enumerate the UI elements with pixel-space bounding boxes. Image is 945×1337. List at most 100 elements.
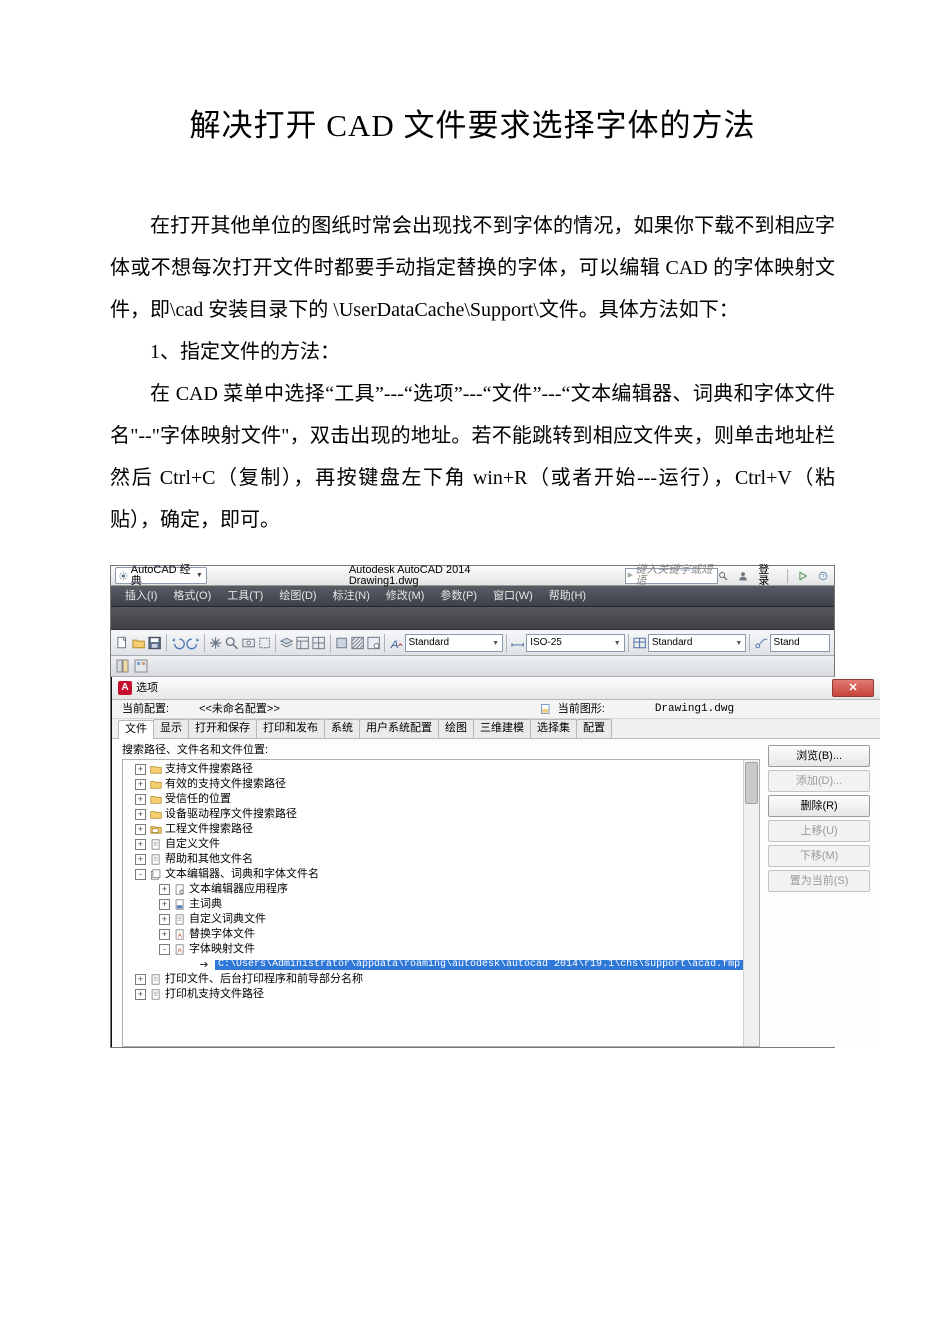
tab-files[interactable]: 文件 (118, 720, 154, 739)
tree-node[interactable]: +主词典 (123, 897, 743, 912)
grid-icon[interactable] (311, 635, 326, 651)
tree-node[interactable]: +帮助和其他文件名 (123, 852, 743, 867)
sheet-icon[interactable] (366, 635, 381, 651)
tree-label: 搜索路径、文件名和文件位置: (122, 745, 760, 756)
redo-icon[interactable] (186, 635, 201, 651)
help-icon[interactable]: ? (818, 570, 828, 582)
block-icon[interactable] (334, 635, 349, 651)
pan-icon[interactable] (208, 635, 223, 651)
tree-node[interactable]: +文本编辑器应用程序 (123, 882, 743, 897)
menu-help[interactable]: 帮助(H) (541, 591, 594, 602)
paragraph-1: 在打开其他单位的图纸时常会出现找不到字体的情况，如果你下载不到相应字体或不想每次… (110, 205, 835, 331)
tab-display[interactable]: 显示 (153, 719, 189, 738)
expand-icon[interactable]: + (135, 764, 146, 775)
tree-node-label: 打印机支持文件路径 (165, 989, 264, 1000)
tool-palette-icon[interactable] (133, 658, 149, 674)
selected-path[interactable]: C:\Users\Administrator\appdata\roaming\a… (215, 960, 743, 970)
gear-icon (119, 571, 128, 581)
palette-icon[interactable] (115, 658, 131, 674)
expand-icon[interactable]: + (135, 779, 146, 790)
tree-node[interactable]: +打印文件、后台打印程序和前导部分名称 (123, 972, 743, 987)
hatch-icon[interactable] (350, 635, 365, 651)
workspace-dropdown[interactable]: AutoCAD 经典 ▼ (115, 567, 207, 584)
tree-node[interactable]: C:\Users\Administrator\appdata\roaming\a… (123, 957, 743, 972)
svg-text:A: A (390, 639, 399, 651)
table-style-combo[interactable]: Standard▼ (648, 634, 746, 652)
tree-scrollbar[interactable] (743, 760, 759, 1046)
magnifier-icon[interactable] (718, 570, 728, 582)
text-style-icon[interactable]: A (388, 635, 403, 651)
zoom-window-icon[interactable] (257, 635, 272, 651)
tab-draft[interactable]: 绘图 (438, 719, 474, 738)
tree-node[interactable]: +有效的支持文件搜索路径 (123, 777, 743, 792)
tree-node[interactable]: +受信任的位置 (123, 792, 743, 807)
tab-system[interactable]: 系统 (324, 719, 360, 738)
expand-icon[interactable]: - (135, 869, 146, 880)
login-label[interactable]: 登录 (758, 565, 777, 587)
remove-button[interactable]: 删除(R) (768, 795, 870, 817)
user-icon[interactable] (738, 570, 748, 582)
body-text: 在打开其他单位的图纸时常会出现找不到字体的情况，如果你下载不到相应字体或不想每次… (110, 205, 835, 541)
expand-icon[interactable]: + (135, 824, 146, 835)
new-icon[interactable] (115, 635, 130, 651)
tab-select[interactable]: 选择集 (530, 719, 577, 738)
close-button[interactable]: ✕ (832, 679, 874, 697)
expand-icon[interactable]: + (135, 974, 146, 985)
tree-node[interactable]: +自定义文件 (123, 837, 743, 852)
text-style-combo[interactable]: Standard▼ (405, 634, 503, 652)
menu-window[interactable]: 窗口(W) (485, 591, 541, 602)
menu-format[interactable]: 格式(O) (165, 591, 219, 602)
mleader-style-icon[interactable] (753, 635, 768, 651)
save-icon[interactable] (147, 635, 162, 651)
search-input[interactable]: ▸ 键入关键字或短语 (625, 568, 718, 584)
expand-icon[interactable]: + (135, 854, 146, 865)
expand-icon[interactable]: + (135, 839, 146, 850)
expand-icon[interactable]: + (159, 884, 170, 895)
table-style-icon[interactable] (632, 635, 647, 651)
tree-node[interactable]: +支持文件搜索路径 (123, 762, 743, 777)
mleader-style-combo[interactable]: Stand (770, 634, 830, 652)
tree-node[interactable]: -A字体映射文件 (123, 942, 743, 957)
layer-icon[interactable] (279, 635, 294, 651)
movedown-button[interactable]: 下移(M) (768, 845, 870, 867)
tree-node[interactable]: -文本编辑器、词典和字体文件名 (123, 867, 743, 882)
tree-node[interactable]: +设备驱动程序文件搜索路径 (123, 807, 743, 822)
search-placeholder: 键入关键字或短语 (635, 565, 715, 587)
expand-icon[interactable]: + (159, 914, 170, 925)
add-button[interactable]: 添加(D)... (768, 770, 870, 792)
tab-userpref[interactable]: 用户系统配置 (359, 719, 439, 738)
tab-plot[interactable]: 打印和发布 (256, 719, 325, 738)
properties-icon[interactable] (295, 635, 310, 651)
undo-icon[interactable] (170, 635, 185, 651)
expand-icon[interactable]: + (135, 809, 146, 820)
expand-icon[interactable]: + (135, 794, 146, 805)
expand-icon[interactable]: + (159, 899, 170, 910)
menu-tools[interactable]: 工具(T) (219, 591, 271, 602)
menu-param[interactable]: 参数(P) (432, 591, 485, 602)
menu-draw[interactable]: 绘图(D) (271, 591, 324, 602)
moveup-button[interactable]: 上移(U) (768, 820, 870, 842)
expand-icon[interactable]: - (159, 944, 170, 955)
dim-style-combo[interactable]: ISO-25▼ (526, 634, 624, 652)
menu-insert[interactable]: 插入(I) (117, 591, 165, 602)
menu-dim[interactable]: 标注(N) (325, 591, 378, 602)
zoom-extents-icon[interactable] (241, 635, 256, 651)
zoom-icon[interactable] (224, 635, 239, 651)
open-icon[interactable] (131, 635, 146, 651)
tree-node[interactable]: +自定义词典文件 (123, 912, 743, 927)
tree-node[interactable]: +A替换字体文件 (123, 927, 743, 942)
dim-style-icon[interactable] (510, 635, 525, 651)
menu-modify[interactable]: 修改(M) (378, 591, 433, 602)
tree-node[interactable]: +工程文件搜索路径 (123, 822, 743, 837)
browse-button[interactable]: 浏览(B)... (768, 745, 870, 767)
exchange-icon[interactable] (798, 570, 808, 582)
tab-3d[interactable]: 三维建模 (473, 719, 531, 738)
paragraph-3: 在 CAD 菜单中选择“工具”---“选项”---“文件”---“文本编辑器、词… (110, 373, 835, 541)
tab-profiles[interactable]: 配置 (576, 719, 612, 738)
settings-tree[interactable]: +支持文件搜索路径+有效的支持文件搜索路径+受信任的位置+设备驱动程序文件搜索路… (123, 760, 743, 1046)
tab-open[interactable]: 打开和保存 (188, 719, 257, 738)
expand-icon[interactable]: + (159, 929, 170, 940)
tree-node[interactable]: + 打印机支持文件路径 (123, 987, 743, 1002)
expand-icon[interactable]: + (135, 989, 146, 1000)
setcurrent-button[interactable]: 置为当前(S) (768, 870, 870, 892)
